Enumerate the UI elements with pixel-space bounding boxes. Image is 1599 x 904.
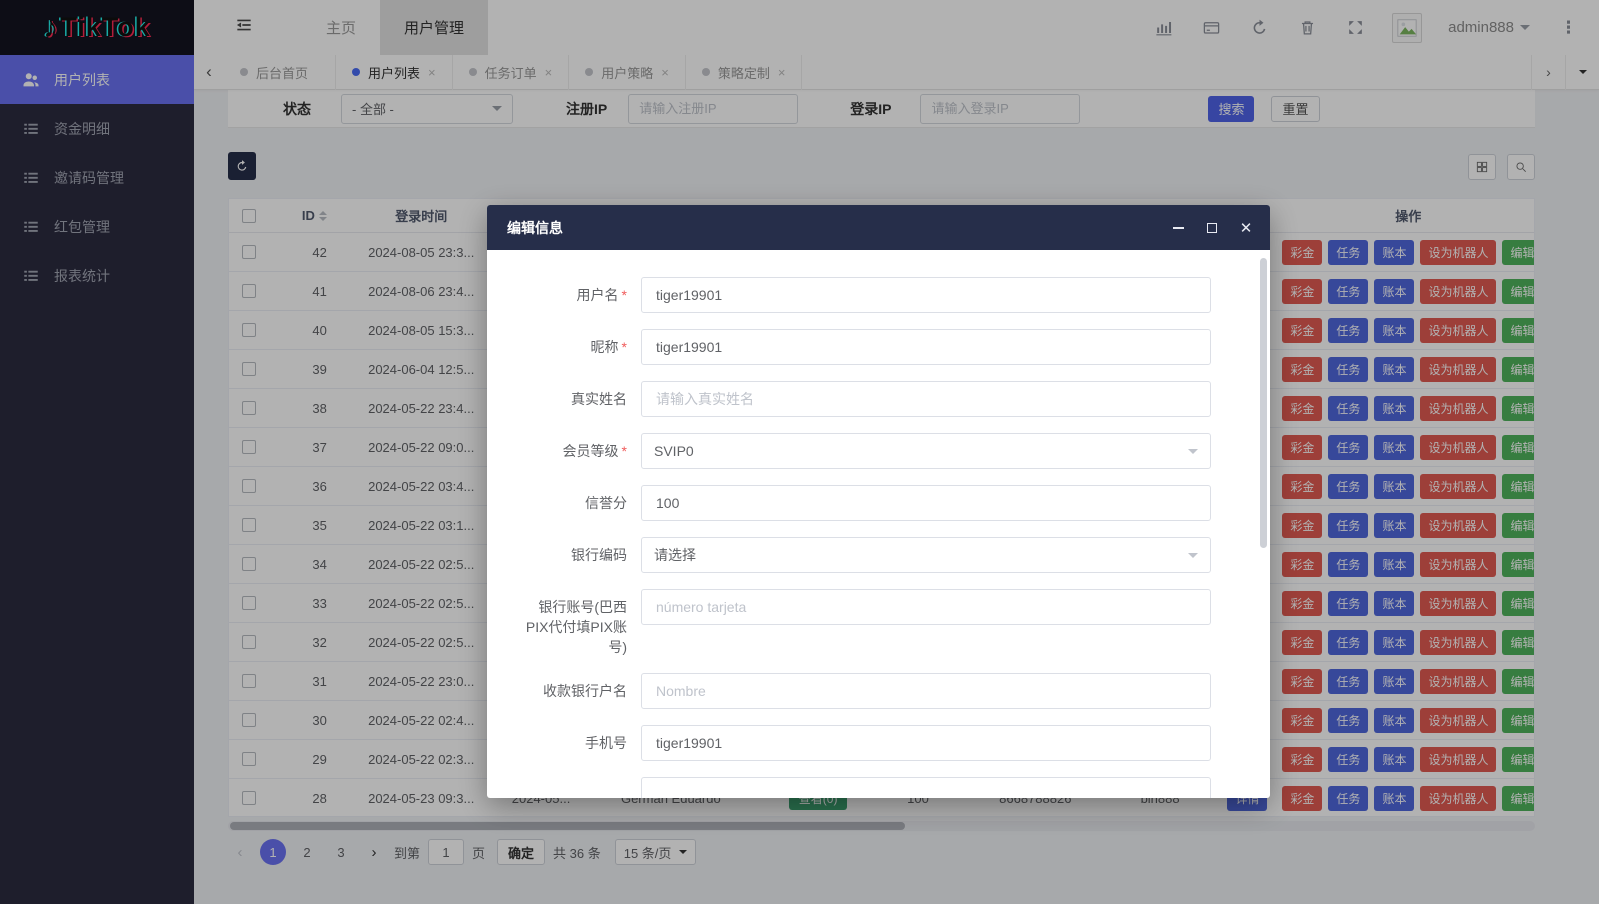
field-label bbox=[523, 777, 627, 785]
form-field bbox=[523, 777, 1250, 798]
form-field: 银行编码 请选择 bbox=[523, 537, 1250, 573]
field-control bbox=[641, 589, 1211, 625]
form-field: 真实姓名 bbox=[523, 381, 1250, 417]
field-control bbox=[641, 725, 1211, 761]
form-fields: 用户名* 昵称* 真实姓名会员等级* SVIP0 信誉分银行编码 请选择银行账号(巴西PI… bbox=[523, 277, 1250, 798]
field-input[interactable] bbox=[641, 589, 1211, 625]
field-control bbox=[641, 485, 1211, 521]
form-field: 收款银行户名 bbox=[523, 673, 1250, 709]
field-label: 用户名* bbox=[523, 277, 627, 305]
required-asterisk: * bbox=[622, 443, 627, 459]
dialog-window-controls: ✕ bbox=[1170, 220, 1254, 236]
dialog-body: 用户名* 昵称* 真实姓名会员等级* SVIP0 信誉分银行编码 请选择银行账号(巴西PI… bbox=[487, 250, 1270, 798]
form-field: 银行账号(巴西PIX代付填PIX账号) bbox=[523, 589, 1250, 657]
form-field: 手机号 bbox=[523, 725, 1250, 761]
form-field: 信誉分 bbox=[523, 485, 1250, 521]
field-select[interactable]: SVIP0 bbox=[641, 433, 1211, 469]
maximize-icon bbox=[1207, 223, 1217, 233]
field-control bbox=[641, 381, 1211, 417]
field-control bbox=[641, 277, 1211, 313]
field-input[interactable] bbox=[641, 777, 1211, 798]
chevron-down-icon bbox=[1188, 553, 1198, 563]
field-input[interactable] bbox=[641, 381, 1211, 417]
field-label: 昵称* bbox=[523, 329, 627, 357]
form-field: 昵称* bbox=[523, 329, 1250, 365]
field-input[interactable] bbox=[641, 673, 1211, 709]
minimize-button[interactable] bbox=[1170, 220, 1186, 236]
field-input[interactable] bbox=[641, 329, 1211, 365]
field-label: 会员等级* bbox=[523, 433, 627, 461]
dialog-header[interactable]: 编辑信息 ✕ bbox=[487, 205, 1270, 250]
field-select[interactable]: 请选择 bbox=[641, 537, 1211, 573]
field-label: 信誉分 bbox=[523, 485, 627, 513]
form-field: 用户名* bbox=[523, 277, 1250, 313]
field-label: 银行编码 bbox=[523, 537, 627, 565]
maximize-button[interactable] bbox=[1204, 220, 1220, 236]
field-label: 手机号 bbox=[523, 725, 627, 753]
chevron-down-icon bbox=[1188, 449, 1198, 459]
required-asterisk: * bbox=[622, 339, 627, 355]
edit-info-dialog: 编辑信息 ✕ 用户名*昵称*真实姓名会员等级*SVIP0信誉分银行编码请选择银行… bbox=[487, 205, 1270, 798]
field-control bbox=[641, 329, 1211, 365]
minimize-icon bbox=[1173, 227, 1184, 229]
dialog-title: 编辑信息 bbox=[507, 218, 563, 238]
field-label: 银行账号(巴西PIX代付填PIX账号) bbox=[523, 589, 627, 657]
field-control: 请选择 bbox=[641, 537, 1211, 573]
dialog-scrollbar-thumb[interactable] bbox=[1260, 258, 1267, 548]
field-input[interactable] bbox=[641, 277, 1211, 313]
field-select-value: 请选择 bbox=[654, 545, 696, 565]
required-asterisk: * bbox=[622, 287, 627, 303]
field-label: 真实姓名 bbox=[523, 381, 627, 409]
field-control: SVIP0 bbox=[641, 433, 1211, 469]
field-label: 收款银行户名 bbox=[523, 673, 627, 701]
form-field: 会员等级* SVIP0 bbox=[523, 433, 1250, 469]
field-select-value: SVIP0 bbox=[654, 443, 694, 459]
close-button[interactable]: ✕ bbox=[1238, 220, 1254, 236]
field-input[interactable] bbox=[641, 725, 1211, 761]
field-control bbox=[641, 673, 1211, 709]
field-control bbox=[641, 777, 1211, 798]
field-input[interactable] bbox=[641, 485, 1211, 521]
